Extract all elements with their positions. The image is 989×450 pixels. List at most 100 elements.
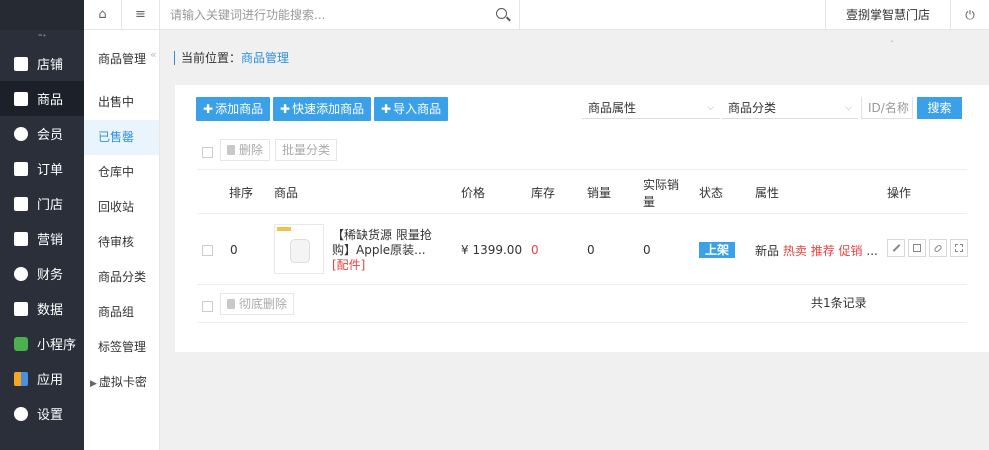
attr-hot[interactable]: 热卖 (783, 244, 807, 258)
quick-add-goods-button[interactable]: ✚ 快速添加商品 (273, 97, 372, 121)
id-name-input[interactable]: ID/名称 (861, 97, 913, 119)
main-nav: ⁼ᐩ 店铺 商品 会员 订单 门店 营销 财务 数据 小程序 应用 设置 (0, 0, 84, 450)
top-bar: ⌂ ≡ 壹捌掌智慧门店 ⏻ (84, 0, 989, 30)
col-stock: 库存 (531, 186, 556, 200)
select-all-checkbox[interactable] (202, 147, 213, 158)
sub-nav: 商品管理 « 出售中 已售罄 仓库中 回收站 待审核 商品分类 商品组 标签管理… (84, 0, 160, 450)
subnav-item-label: 虚拟卡密 (98, 375, 147, 389)
subnav-item-sold-out[interactable]: 已售罄 (84, 120, 159, 155)
divider (197, 169, 967, 170)
subnav-list: 出售中 已售罄 仓库中 回收站 待审核 商品分类 商品组 标签管理 ▶ 虚拟卡密 (84, 85, 159, 400)
trash-icon[interactable] (908, 239, 926, 257)
import-goods-button[interactable]: ✚ 导入商品 (374, 97, 449, 121)
nav-item-member[interactable]: 会员 (0, 116, 84, 151)
member-icon (14, 126, 28, 141)
nav-item-store[interactable]: 店铺 (0, 46, 84, 81)
nav-item-shop[interactable]: 门店 (0, 186, 84, 221)
nav-item-label: 店铺 (37, 58, 64, 73)
collapse-icon[interactable]: « (150, 48, 157, 61)
breadcrumb-current[interactable]: 商品管理 (241, 51, 289, 65)
select-value: 商品属性 (588, 101, 637, 115)
search-button[interactable]: 搜索 (917, 97, 962, 119)
col-sort: 排序 (229, 186, 254, 200)
nav-item-goods[interactable]: 商品 (0, 81, 84, 116)
goods-real-sales: 0 (643, 243, 651, 257)
goods-category-select[interactable]: 商品分类 ⌵ (722, 97, 858, 119)
delete-button[interactable]: 删除 (220, 139, 271, 161)
col-price: 价格 (461, 186, 486, 200)
goods-title[interactable]: 【稀缺货源 限量抢 购】Apple原装... [配件] (332, 228, 432, 273)
goods-title-line2: 购】Apple原装... (332, 243, 426, 257)
goods-stock: 0 (531, 243, 539, 257)
chart-icon (14, 301, 28, 316)
store-icon (14, 56, 28, 71)
attr-new[interactable]: 新品 (755, 244, 779, 258)
gear-icon (14, 406, 28, 421)
add-goods-label: 添加商品 (215, 102, 264, 116)
perm-delete-label: 彻底删除 (239, 297, 288, 311)
attr-recommend[interactable]: 推荐 (811, 244, 835, 258)
nav-logo-area (0, 0, 84, 30)
goods-title-line1: 【稀缺货源 限量抢 (332, 228, 432, 242)
permanent-delete-button[interactable]: 彻底删除 (220, 293, 295, 315)
col-real-sales-line1: 实际销 (643, 178, 680, 192)
row-checkbox[interactable] (202, 245, 213, 256)
row-sort[interactable]: 0 (230, 243, 238, 257)
nav-item-finance[interactable]: 财务 (0, 256, 84, 291)
nav-item-label: 应用 (37, 373, 64, 388)
goods-thumbnail[interactable] (274, 224, 324, 274)
subnav-item-on-sale[interactable]: 出售中 (84, 85, 159, 120)
miniprogram-icon (14, 336, 28, 351)
menu-icon[interactable]: ≡ (122, 0, 160, 30)
batch-category-button[interactable]: 批量分类 (275, 139, 338, 161)
link-icon[interactable] (929, 239, 947, 257)
subnav-item-warehouse[interactable]: 仓库中 (84, 155, 159, 190)
nav-item-marketing[interactable]: 营销 (0, 221, 84, 256)
store-name[interactable]: 壹捌掌智慧门店 (825, 0, 951, 30)
footer-select-all-checkbox[interactable] (202, 301, 213, 312)
plus-icon: ✚ (381, 102, 392, 116)
qrcode-icon[interactable] (950, 239, 968, 257)
divider (197, 284, 967, 285)
apps-icon (14, 371, 28, 386)
subnav-item-category[interactable]: 商品分类 (84, 260, 159, 295)
subnav-item-tags[interactable]: 标签管理 (84, 330, 159, 365)
search-icon[interactable] (496, 7, 507, 19)
nav-item-label: 小程序 (37, 338, 77, 353)
nav-item-label: 营销 (37, 233, 64, 248)
nav-item-order[interactable]: 订单 (0, 151, 84, 186)
function-search (160, 0, 520, 30)
col-real-sales-line2: 量 (643, 195, 656, 209)
goods-sales: 0 (587, 243, 595, 257)
attr-promo[interactable]: 促销 (839, 244, 863, 258)
chevron-down-icon: ⌵ (707, 103, 714, 113)
col-ops: 操作 (887, 186, 912, 200)
search-input[interactable] (160, 0, 519, 30)
goods-attr-select[interactable]: 商品属性 ⌵ (582, 97, 720, 119)
record-count: 共1条记录 (811, 296, 867, 310)
nav-item-label: 订单 (37, 163, 64, 178)
add-goods-button[interactable]: ✚ 添加商品 (196, 97, 271, 121)
power-icon[interactable]: ⏻ (951, 0, 989, 30)
breadcrumb: 当前位置：商品管理 (174, 51, 289, 65)
subnav-item-virtual-card[interactable]: ▶ 虚拟卡密 (84, 365, 159, 400)
nav-item-miniprogram[interactable]: 小程序 (0, 326, 84, 361)
edit-icon[interactable] (887, 239, 905, 257)
subnav-item-pending[interactable]: 待审核 (84, 225, 159, 260)
subnav-title: 商品管理 (98, 52, 147, 66)
subnav-item-group[interactable]: 商品组 (84, 295, 159, 330)
delete-label: 删除 (239, 143, 264, 157)
nav-item-apps[interactable]: 应用 (0, 361, 84, 396)
status-badge[interactable]: 上架 (699, 242, 736, 258)
nav-item-label: 设置 (37, 408, 64, 423)
nav-item-settings[interactable]: 设置 (0, 396, 84, 431)
nav-collapse-icon[interactable]: ⁼ᐩ (0, 30, 84, 46)
home-icon[interactable]: ⌂ (84, 0, 122, 30)
dropdown-mark-icon: ˇ (890, 40, 894, 49)
finance-icon (14, 266, 28, 281)
nav-item-label: 数据 (37, 303, 64, 318)
subnav-item-recycle[interactable]: 回收站 (84, 190, 159, 225)
nav-item-data[interactable]: 数据 (0, 291, 84, 326)
gift-icon (14, 231, 28, 246)
plus-icon: ✚ (280, 102, 291, 116)
